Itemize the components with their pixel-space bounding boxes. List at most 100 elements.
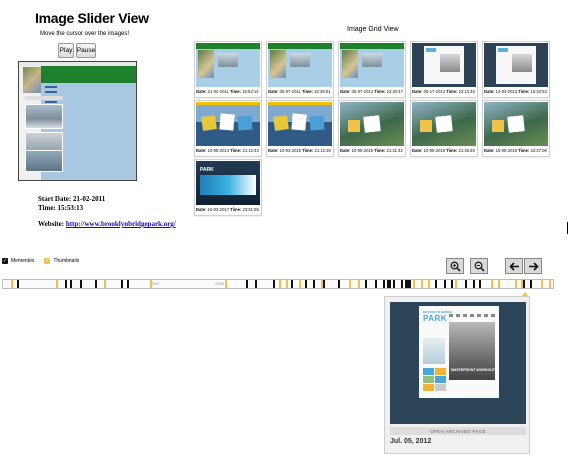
thumbnail-tick[interactable] [225, 280, 227, 288]
thumbnail-tick[interactable] [358, 280, 360, 288]
grid-time: 15:42:53 [530, 89, 547, 94]
memento-tick[interactable] [451, 280, 453, 288]
memento-tick[interactable] [383, 280, 385, 288]
grid-caption: Date: 21-02-2011 Time: 15:53:13 [196, 89, 259, 94]
grid-item[interactable]: Date: 05-07-2011 Time: 22:38:01 [266, 41, 334, 98]
grid-date: 10-03-2015 [279, 148, 302, 153]
legend-mementos[interactable]: ✓ Mementos [2, 258, 34, 264]
memento-tick[interactable] [444, 280, 446, 288]
thumbnail-tick[interactable] [498, 280, 500, 288]
grid-time: 15:53:13 [242, 89, 259, 94]
pause-button[interactable]: Pause [76, 43, 96, 58]
grid-item[interactable]: Date: 10-05-2014 Time: 21:12:43 [194, 100, 262, 157]
thumbnail-tick[interactable] [279, 280, 281, 288]
memento-tick[interactable] [17, 280, 19, 288]
grid-thumbnail[interactable]: PARK [196, 161, 260, 205]
grid-item[interactable]: Date: 21-02-2011 Time: 15:53:13 [194, 41, 262, 98]
grid-thumbnail[interactable] [340, 43, 404, 87]
zoom-out-button[interactable] [470, 258, 488, 274]
memento-tick[interactable] [127, 280, 129, 288]
grid-item[interactable]: Date: 05-07-2012 Time: 22:30:47 [338, 41, 406, 98]
grid-thumbnail[interactable] [412, 43, 476, 87]
thumbnail-tick[interactable] [11, 280, 13, 288]
grid-thumbnail[interactable] [340, 102, 404, 146]
arrow-left-icon [508, 261, 519, 271]
thumbnail-tick[interactable] [549, 280, 551, 288]
grid-thumbnail[interactable] [196, 43, 260, 87]
thumbnail-tick[interactable] [491, 280, 493, 288]
memento-tick[interactable] [338, 280, 340, 288]
memento-tick[interactable] [291, 280, 293, 288]
memento-tick[interactable] [65, 280, 67, 288]
thumbnail-tick[interactable] [349, 280, 351, 288]
memento-tick[interactable] [530, 280, 532, 288]
slider-image[interactable] [18, 61, 137, 181]
popup-logo-text: PARK [423, 314, 448, 323]
play-button[interactable]: Play [58, 43, 74, 58]
thumbnail-tick[interactable] [421, 280, 423, 288]
open-archived-page-button[interactable]: OPEN ARCHIVED PAGE [390, 427, 526, 435]
grid-item[interactable]: PARK Date: 10-03-2017 Time: 23:01:55 [194, 159, 262, 216]
grid-caption: Date: 05-07-2012 Time: 22:30:47 [340, 89, 403, 94]
zoom-out-icon [474, 261, 485, 272]
slider-caption-bar [25, 96, 63, 100]
grid-thumbnail[interactable] [196, 102, 260, 146]
grid-time-label: Time: [518, 89, 530, 94]
thumbnail-tick[interactable] [150, 280, 152, 288]
grid-thumbnail[interactable] [268, 102, 332, 146]
memento-tick[interactable] [523, 280, 525, 288]
memento-tick[interactable] [393, 280, 395, 288]
memento-tick[interactable] [95, 280, 97, 288]
memento-tick[interactable] [255, 280, 257, 288]
memento-tick[interactable] [389, 280, 391, 288]
memento-tick[interactable] [473, 280, 475, 288]
back-button[interactable] [505, 258, 523, 274]
memento-tick[interactable] [80, 280, 82, 288]
thumbnail-tick[interactable] [541, 280, 543, 288]
memento-tick[interactable] [479, 280, 481, 288]
memento-tick[interactable] [323, 280, 325, 288]
grid-date-label: Date: [340, 89, 351, 94]
forward-button[interactable] [524, 258, 542, 274]
thumbnail-tick[interactable] [286, 280, 288, 288]
grid-item[interactable]: Date: 05-17-2012 Time: 22:13:46 [410, 41, 478, 98]
time-label: Time: [38, 203, 56, 212]
thumbnail-tick[interactable] [104, 280, 106, 288]
memento-tick[interactable] [409, 280, 411, 288]
memento-tick[interactable] [375, 280, 377, 288]
memento-tick[interactable] [401, 280, 403, 288]
memento-tick[interactable] [121, 280, 123, 288]
grid-item[interactable]: Date: 10-05-2016 Time: 21:45:46 [410, 100, 478, 157]
popup-screenshot[interactable]: BROOKLYN BRIDGE PARK WATERFRONT WORKOUTS [390, 302, 526, 424]
memento-tick[interactable] [435, 280, 437, 288]
grid-item[interactable]: Date: 10-03-2015 Time: 21:12:30 [266, 100, 334, 157]
timeline-bar[interactable]: 2007 2009 [2, 279, 554, 289]
grid-thumbnail[interactable] [484, 102, 548, 146]
thumbnail-tick[interactable] [299, 280, 301, 288]
grid-item[interactable]: Date: 15-05-2016 Time: 22:27:00 [482, 100, 550, 157]
memento-tick[interactable] [313, 280, 315, 288]
zoom-in-button[interactable] [446, 258, 464, 274]
legend-mementos-label: Mementos [11, 258, 35, 264]
thumbnail-tick[interactable] [455, 280, 457, 288]
grid-thumbnail[interactable] [484, 43, 548, 87]
memento-tick[interactable] [465, 280, 467, 288]
website-link[interactable]: http://www.brooklynbridgepark.org/ [66, 220, 176, 228]
grid-item[interactable]: Date: 12-03-2013 Time: 15:42:53 [482, 41, 550, 98]
grid-thumbnail[interactable] [268, 43, 332, 87]
grid-caption: Date: 10-03-2017 Time: 23:01:55 [196, 207, 259, 212]
memento-tick[interactable] [365, 280, 367, 288]
thumbnail-tick[interactable] [515, 280, 517, 288]
thumbnail-tick[interactable] [428, 280, 430, 288]
memento-tick[interactable] [273, 280, 275, 288]
memento-tick[interactable] [246, 280, 248, 288]
grid-date: 15-05-2016 [495, 148, 518, 153]
thumbnail-tick[interactable] [413, 280, 415, 288]
memento-tick[interactable] [305, 280, 307, 288]
legend-thumbnails[interactable]: ✓ Thumbnails [44, 258, 79, 264]
memento-tick[interactable] [70, 280, 72, 288]
grid-item[interactable]: Date: 10-05-2015 Time: 21:31:42 [338, 100, 406, 157]
grid-thumbnail[interactable] [412, 102, 476, 146]
thumbnail-tick[interactable] [56, 280, 58, 288]
grid-date-label: Date: [196, 89, 207, 94]
